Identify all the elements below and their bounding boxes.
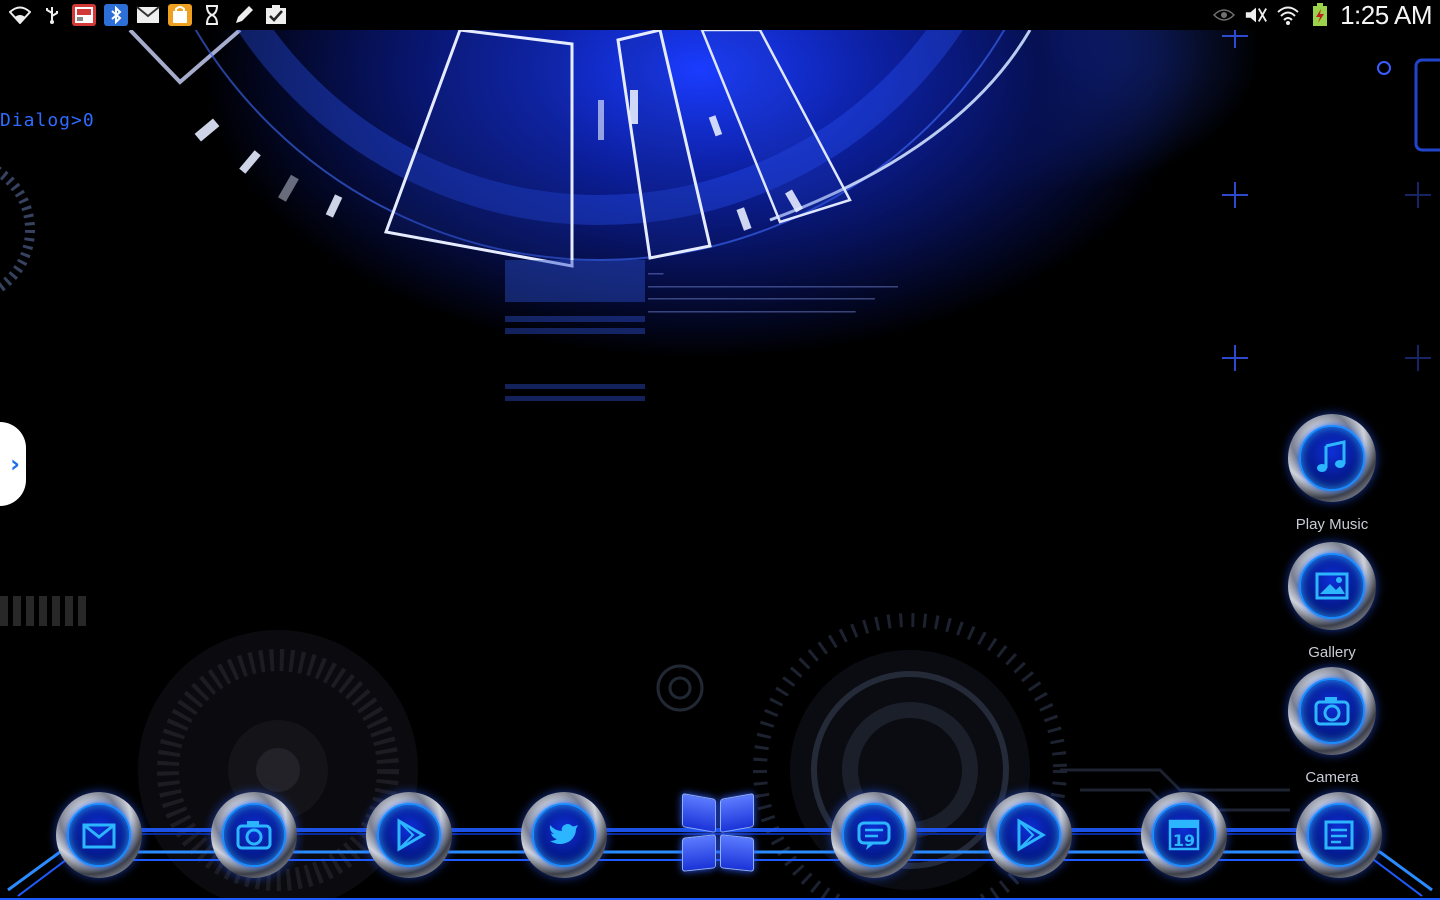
shortcut-gallery[interactable]: Gallery: [1277, 542, 1387, 661]
dock-calendar[interactable]: 19: [1141, 792, 1227, 878]
mail-icon: [136, 4, 160, 26]
side-drawer-handle[interactable]: ›: [0, 422, 26, 506]
twitter-bird-icon: [521, 792, 607, 878]
message-bubble-icon: [831, 792, 917, 878]
app-drawer-grid-icon[interactable]: [680, 792, 758, 872]
hud-graphics: [0, 30, 1440, 900]
app-notification-icon: [72, 4, 96, 26]
live-wallpaper: Dialog>0 ▁▁▁▁ ▁▁▁▁▁▁▁▁▁▁▁▁▁▁▁▁▁▁▁▁▁▁▁▁▁▁…: [0, 30, 1440, 900]
wallpaper-fine-text: ▁▁▁▁ ▁▁▁▁▁▁▁▁▁▁▁▁▁▁▁▁▁▁▁▁▁▁▁▁▁▁▁▁▁▁▁▁▁▁▁…: [648, 269, 898, 313]
shop-notification-icon: [168, 4, 192, 26]
memo-icon: [1296, 792, 1382, 878]
dock-twitter[interactable]: [521, 792, 607, 878]
shortcut-play-music[interactable]: Play Music: [1277, 414, 1387, 533]
usb-icon: [40, 4, 64, 26]
notification-icons: [8, 0, 288, 30]
battery-charging-icon: [1308, 3, 1332, 26]
dock-messaging[interactable]: [831, 792, 917, 878]
shortcut-label: Camera: [1305, 769, 1359, 786]
gallery-icon: [1288, 542, 1376, 630]
dock-play-store[interactable]: [366, 792, 452, 878]
dock-email[interactable]: [56, 792, 142, 878]
shortcut-camera[interactable]: Camera: [1277, 667, 1387, 786]
task-check-icon: [264, 4, 288, 26]
wallpaper-dialog-text: Dialog>0: [0, 110, 95, 131]
calendar-icon: 19: [1141, 792, 1227, 878]
eye-icon: [1212, 4, 1236, 26]
email-icon: [56, 792, 142, 878]
shortcut-label: Gallery: [1308, 644, 1356, 661]
mute-icon: [1244, 4, 1268, 26]
clock: 1:25 AM: [1340, 0, 1432, 30]
music-note-icon: [1288, 414, 1376, 502]
dock: 19: [0, 780, 1440, 900]
dock-memo[interactable]: [1296, 792, 1382, 878]
pen-icon: [232, 4, 256, 26]
calendar-date: 19: [1173, 831, 1195, 850]
chevron-right-icon: ›: [10, 450, 20, 478]
wifi-signal-icon: [1276, 4, 1300, 26]
system-icons: 1:25 AM: [1212, 0, 1432, 30]
wifi-icon: [8, 4, 32, 26]
shortcut-label: Play Music: [1295, 516, 1369, 533]
play-store-icon: [986, 792, 1072, 878]
status-bar: 1:25 AM: [0, 0, 1440, 30]
bluetooth-app-icon: [104, 4, 128, 26]
camera-icon: [211, 792, 297, 878]
play-store-icon: [366, 792, 452, 878]
dock-play-store-2[interactable]: [986, 792, 1072, 878]
dock-camera[interactable]: [211, 792, 297, 878]
hourglass-icon: [200, 4, 224, 26]
camera-icon: [1288, 667, 1376, 755]
